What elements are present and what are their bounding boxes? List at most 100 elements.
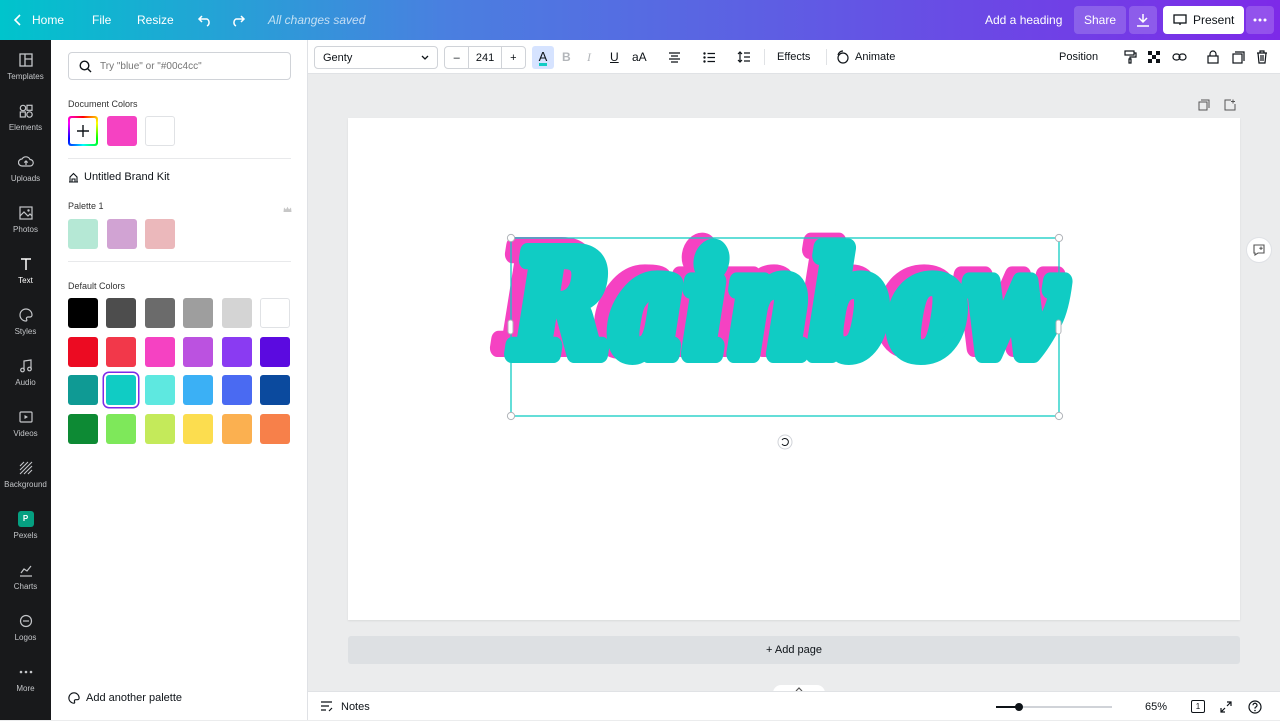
undo-button[interactable] <box>197 0 213 40</box>
zoom-slider[interactable] <box>996 692 1112 721</box>
default-color-swatch[interactable] <box>221 375 252 405</box>
resize-handle[interactable] <box>506 411 516 421</box>
rail-item-videos[interactable]: Videos <box>0 398 51 448</box>
present-button[interactable]: Present <box>1163 6 1245 34</box>
default-color-swatch[interactable] <box>68 413 98 444</box>
add-color-button[interactable] <box>68 116 98 146</box>
zoom-level[interactable]: 65% <box>1145 692 1167 721</box>
animate-button[interactable]: Animate <box>835 40 895 74</box>
transparency-button[interactable] <box>1147 40 1161 74</box>
document-color-swatch[interactable] <box>107 116 137 146</box>
rail-item-photos[interactable]: Photos <box>0 194 51 244</box>
default-color-swatch[interactable] <box>106 413 137 444</box>
document-color-swatch[interactable] <box>145 116 175 146</box>
rail-label: Videos <box>13 428 38 438</box>
download-button[interactable] <box>1129 6 1157 34</box>
default-color-swatch[interactable] <box>183 375 214 405</box>
rail-item-logos[interactable]: Logos <box>0 602 51 652</box>
help-button[interactable] <box>1248 692 1262 721</box>
add-page-button[interactable]: + Add page <box>348 636 1240 664</box>
rail-item-text[interactable]: Text <box>0 245 51 295</box>
resize-handle[interactable] <box>506 233 516 243</box>
default-color-swatch[interactable] <box>68 336 98 367</box>
duplicate-page-button[interactable] <box>1198 98 1210 111</box>
rail-item-elements[interactable]: Elements <box>0 92 51 142</box>
redo-button[interactable] <box>230 0 246 40</box>
bold-button[interactable]: B <box>562 40 571 74</box>
home-button[interactable]: Home <box>14 0 64 40</box>
palette-color-swatch[interactable] <box>145 219 175 249</box>
resize-handle[interactable] <box>1054 411 1064 421</box>
default-color-swatch[interactable] <box>183 298 214 328</box>
default-color-swatch[interactable] <box>144 413 175 444</box>
search-input[interactable] <box>100 60 280 72</box>
spacing-button[interactable] <box>737 40 751 74</box>
italic-button[interactable]: I <box>587 40 591 74</box>
default-color-swatch[interactable] <box>260 413 290 444</box>
brand-kit-title[interactable]: Untitled Brand Kit <box>68 171 170 183</box>
font-dropdown[interactable]: Genty <box>314 46 438 69</box>
default-color-swatch[interactable] <box>144 336 175 367</box>
text-color-button[interactable]: A <box>532 46 554 69</box>
page-count-button[interactable]: 1 <box>1191 692 1205 721</box>
default-color-swatch[interactable] <box>260 336 290 367</box>
resize-button[interactable]: Resize <box>137 0 174 40</box>
underline-button[interactable]: U <box>610 40 619 74</box>
duplicate-button[interactable] <box>1232 40 1245 74</box>
default-color-swatch[interactable] <box>183 336 214 367</box>
link-button[interactable] <box>1172 40 1187 74</box>
zoom-thumb[interactable] <box>1015 702 1024 711</box>
rail-item-styles[interactable]: Styles <box>0 296 51 346</box>
default-color-swatch[interactable] <box>183 413 214 444</box>
align-button[interactable] <box>668 40 681 74</box>
add-palette-button[interactable]: Add another palette <box>68 692 182 704</box>
decrease-size-button[interactable]: – <box>445 52 468 64</box>
rail-item-audio[interactable]: Audio <box>0 347 51 397</box>
design-title[interactable]: Add a heading <box>985 0 1062 40</box>
default-color-swatch[interactable] <box>221 298 252 328</box>
palette-color-swatch[interactable] <box>68 219 98 249</box>
rainbow-text[interactable]: Rainbow Rainbow <box>488 209 1075 397</box>
default-color-swatch[interactable] <box>221 413 252 444</box>
default-color-swatch[interactable] <box>144 298 175 328</box>
rail-item-more[interactable]: More <box>0 653 51 703</box>
default-color-swatch[interactable] <box>106 375 137 405</box>
default-color-swatch[interactable] <box>68 375 98 405</box>
copy-style-button[interactable] <box>1124 40 1137 74</box>
default-color-swatch[interactable] <box>144 375 175 405</box>
increase-size-button[interactable]: + <box>502 52 525 64</box>
color-search[interactable] <box>68 52 291 80</box>
default-color-swatch[interactable] <box>68 298 98 328</box>
font-size-input[interactable]: 241 <box>468 46 502 69</box>
default-color-swatch[interactable] <box>221 336 252 367</box>
design-page[interactable]: Rainbow Rainbow <box>348 118 1240 620</box>
effects-button[interactable]: Effects <box>777 40 810 74</box>
palette-color-swatch[interactable] <box>107 219 137 249</box>
default-color-swatch[interactable] <box>106 336 137 367</box>
default-color-swatch[interactable] <box>260 298 290 328</box>
side-handle[interactable] <box>507 319 514 335</box>
lock-button[interactable] <box>1207 40 1219 74</box>
rail-item-templates[interactable]: Templates <box>0 41 51 91</box>
rail-item-background[interactable]: Background <box>0 449 51 499</box>
notes-button[interactable]: Notes <box>320 692 370 721</box>
notes-label: Notes <box>341 700 370 713</box>
add-new-page-button[interactable] <box>1224 98 1236 111</box>
letter-case-button[interactable]: aA <box>632 40 647 74</box>
rail-item-pexels[interactable]: P Pexels <box>0 500 51 550</box>
fullscreen-button[interactable] <box>1220 692 1232 721</box>
resize-handle[interactable] <box>1054 233 1064 243</box>
position-button[interactable]: Position <box>1059 40 1098 74</box>
side-handle[interactable] <box>1055 319 1062 335</box>
delete-button[interactable] <box>1256 40 1268 74</box>
rail-item-charts[interactable]: Charts <box>0 551 51 601</box>
file-menu[interactable]: File <box>92 0 111 40</box>
share-button[interactable]: Share <box>1074 6 1127 34</box>
more-options-button[interactable] <box>1246 6 1274 34</box>
rail-item-uploads[interactable]: Uploads <box>0 143 51 193</box>
default-color-swatch[interactable] <box>260 375 290 405</box>
default-color-swatch[interactable] <box>106 298 137 328</box>
add-comment-button[interactable] <box>1246 237 1272 263</box>
rotate-handle[interactable] <box>777 434 793 450</box>
list-button[interactable] <box>703 40 716 74</box>
